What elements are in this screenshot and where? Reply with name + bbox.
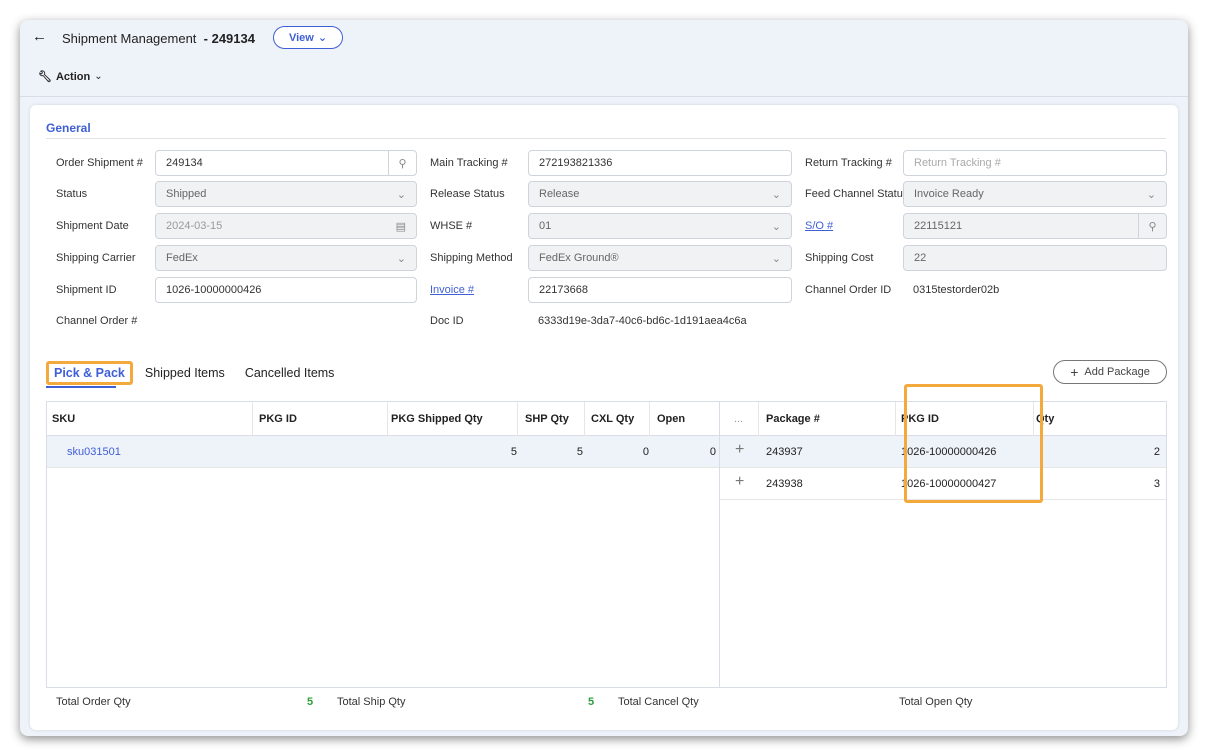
- order-shipment-input[interactable]: 249134 ⚲: [155, 150, 417, 176]
- expand-plus-icon[interactable]: +: [735, 441, 744, 459]
- packages-grid: ... Package # PKG ID Qty + 243937 1026-1…: [719, 401, 1167, 688]
- expand-plus-icon[interactable]: +: [735, 473, 744, 491]
- label-shipping-carrier: Shipping Carrier: [56, 252, 136, 264]
- feed-channel-status-select[interactable]: Invoice Ready ⌄: [903, 181, 1167, 207]
- chevron-down-icon: ⌄: [771, 220, 781, 233]
- doc-id-value: 6333d19e-3da7-40c6-bd6c-1d191aea4c6a: [538, 315, 747, 327]
- tab-shipped-items[interactable]: Shipped Items: [145, 366, 225, 380]
- grid-header: SKU PKG ID PKG Shipped Qty SHP Qty CXL Q…: [47, 402, 719, 436]
- shipment-id-input[interactable]: 1026-10000000426: [155, 277, 417, 303]
- label-feed-channel-status: Feed Channel Status: [805, 188, 909, 200]
- label-shipment-id: Shipment ID: [56, 284, 117, 296]
- label-whse: WHSE #: [430, 220, 473, 232]
- cxl-qty-cell: 0: [642, 446, 649, 458]
- invoice-input[interactable]: 22173668: [528, 277, 792, 303]
- plus-icon: +: [1070, 364, 1079, 380]
- table-row[interactable]: + 243937 1026-10000000426 2: [720, 436, 1166, 468]
- label-channel-order-id: Channel Order ID: [805, 284, 892, 296]
- search-icon[interactable]: ⚲: [388, 151, 416, 175]
- shipping-cost-input[interactable]: 22: [903, 245, 1167, 271]
- total-order-qty-value: 5: [307, 696, 314, 708]
- total-cancel-qty-label: Total Cancel Qty: [618, 696, 699, 708]
- add-package-button[interactable]: + Add Package: [1053, 360, 1167, 384]
- pkg-id-cell: 1026-10000000426: [901, 446, 997, 458]
- whse-select[interactable]: 01 ⌄: [528, 213, 792, 239]
- table-row[interactable]: + 243938 1026-10000000427 3: [720, 468, 1166, 500]
- so-link[interactable]: S/O #: [805, 220, 833, 232]
- shipping-carrier-select[interactable]: FedEx ⌄: [155, 245, 417, 271]
- qty-cell: 3: [1153, 478, 1160, 490]
- open-cell: 0: [709, 446, 716, 458]
- calendar-icon: ▤: [395, 220, 406, 233]
- label-channel-order: Channel Order #: [56, 315, 138, 327]
- divider: [20, 96, 1188, 97]
- search-icon[interactable]: ⚲: [1138, 214, 1166, 238]
- return-tracking-input[interactable]: Return Tracking #: [903, 150, 1167, 176]
- top-bar: ← Shipment Management - 249134 View ⌄ 🔧︎…: [20, 20, 1188, 96]
- back-arrow-icon[interactable]: ←: [32, 28, 47, 45]
- shipment-window: ← Shipment Management - 249134 View ⌄ 🔧︎…: [20, 20, 1188, 736]
- col-sku[interactable]: SKU: [52, 413, 75, 425]
- total-ship-qty-label: Total Ship Qty: [337, 696, 406, 708]
- label-return-tracking: Return Tracking #: [805, 157, 892, 169]
- total-ship-qty-value: 5: [588, 696, 595, 708]
- tab-bar: Pick & Pack Shipped Items Cancelled Item…: [46, 361, 354, 385]
- chevron-down-icon: ⌄: [1146, 188, 1156, 201]
- chevron-down-icon: ⌄: [94, 71, 103, 82]
- pkg-id-cell: 1026-10000000427: [901, 478, 997, 490]
- shp-qty-cell: 5: [576, 446, 583, 458]
- qty-cell: 2: [1153, 446, 1160, 458]
- package-no-cell: 243937: [766, 446, 803, 458]
- active-tab-indicator: [46, 386, 116, 388]
- label-shipping-cost: Shipping Cost: [805, 252, 874, 264]
- sku-link[interactable]: sku031501: [67, 446, 121, 458]
- action-menu[interactable]: 🔧︎ Action ⌄: [38, 70, 103, 84]
- pkg-shipped-qty-cell: 5: [510, 446, 517, 458]
- invoice-link[interactable]: Invoice #: [430, 284, 474, 296]
- label-order-shipment: Order Shipment #: [56, 157, 143, 169]
- label-doc-id: Doc ID: [430, 315, 464, 327]
- channel-order-id-value: 0315testorder02b: [913, 284, 1000, 296]
- col-pkg-id[interactable]: PKG ID: [901, 413, 939, 425]
- general-card: General Order Shipment # 249134 ⚲ Status…: [30, 105, 1178, 730]
- col-open[interactable]: Open: [657, 413, 685, 425]
- col-cxl-qty[interactable]: CXL Qty: [591, 413, 634, 425]
- col-qty[interactable]: Qty: [1036, 413, 1054, 425]
- chevron-down-icon: ⌄: [396, 252, 406, 265]
- tab-pick-pack[interactable]: Pick & Pack: [46, 361, 133, 385]
- status-select[interactable]: Shipped ⌄: [155, 181, 417, 207]
- grid-header: ... Package # PKG ID Qty: [720, 402, 1166, 436]
- release-status-select[interactable]: Release ⌄: [528, 181, 792, 207]
- tab-cancelled-items[interactable]: Cancelled Items: [245, 366, 335, 380]
- col-pkg-shipped-qty[interactable]: PKG Shipped Qty: [391, 413, 483, 425]
- total-open-qty-label: Total Open Qty: [899, 696, 973, 708]
- label-status: Status: [56, 188, 88, 200]
- shipping-method-select[interactable]: FedEx Ground® ⌄: [528, 245, 792, 271]
- main-tracking-input[interactable]: 272193821336: [528, 150, 792, 176]
- chevron-down-icon: ⌄: [771, 252, 781, 265]
- wrench-icon: 🔧︎: [38, 71, 52, 83]
- pick-pack-grid: SKU PKG ID PKG Shipped Qty SHP Qty CXL Q…: [46, 401, 719, 688]
- divider: [46, 138, 1166, 139]
- col-pkg-id[interactable]: PKG ID: [259, 413, 297, 425]
- view-button[interactable]: View ⌄: [273, 26, 343, 49]
- shipment-number: - 249134: [203, 31, 255, 46]
- label-release-status: Release Status: [430, 188, 505, 200]
- label-shipment-date: Shipment Date: [56, 220, 129, 232]
- page-title: Shipment Management - 249134: [62, 31, 255, 46]
- chevron-down-icon: ⌄: [396, 188, 406, 201]
- label-shipping-method: Shipping Method: [430, 252, 513, 264]
- so-input[interactable]: 22115121 ⚲: [903, 213, 1167, 239]
- col-package-no[interactable]: Package #: [766, 413, 820, 425]
- chevron-down-icon: ⌄: [317, 32, 328, 44]
- total-order-qty-label: Total Order Qty: [56, 696, 131, 708]
- label-main-tracking: Main Tracking #: [430, 157, 508, 169]
- section-title-general: General: [46, 121, 91, 135]
- shipment-date-input[interactable]: 2024-03-15 ▤: [155, 213, 417, 239]
- package-no-cell: 243938: [766, 478, 803, 490]
- col-shp-qty[interactable]: SHP Qty: [525, 413, 569, 425]
- more-options-icon[interactable]: ...: [734, 413, 743, 425]
- table-row[interactable]: sku031501 5 5 0 0: [47, 436, 719, 468]
- chevron-down-icon: ⌄: [771, 188, 781, 201]
